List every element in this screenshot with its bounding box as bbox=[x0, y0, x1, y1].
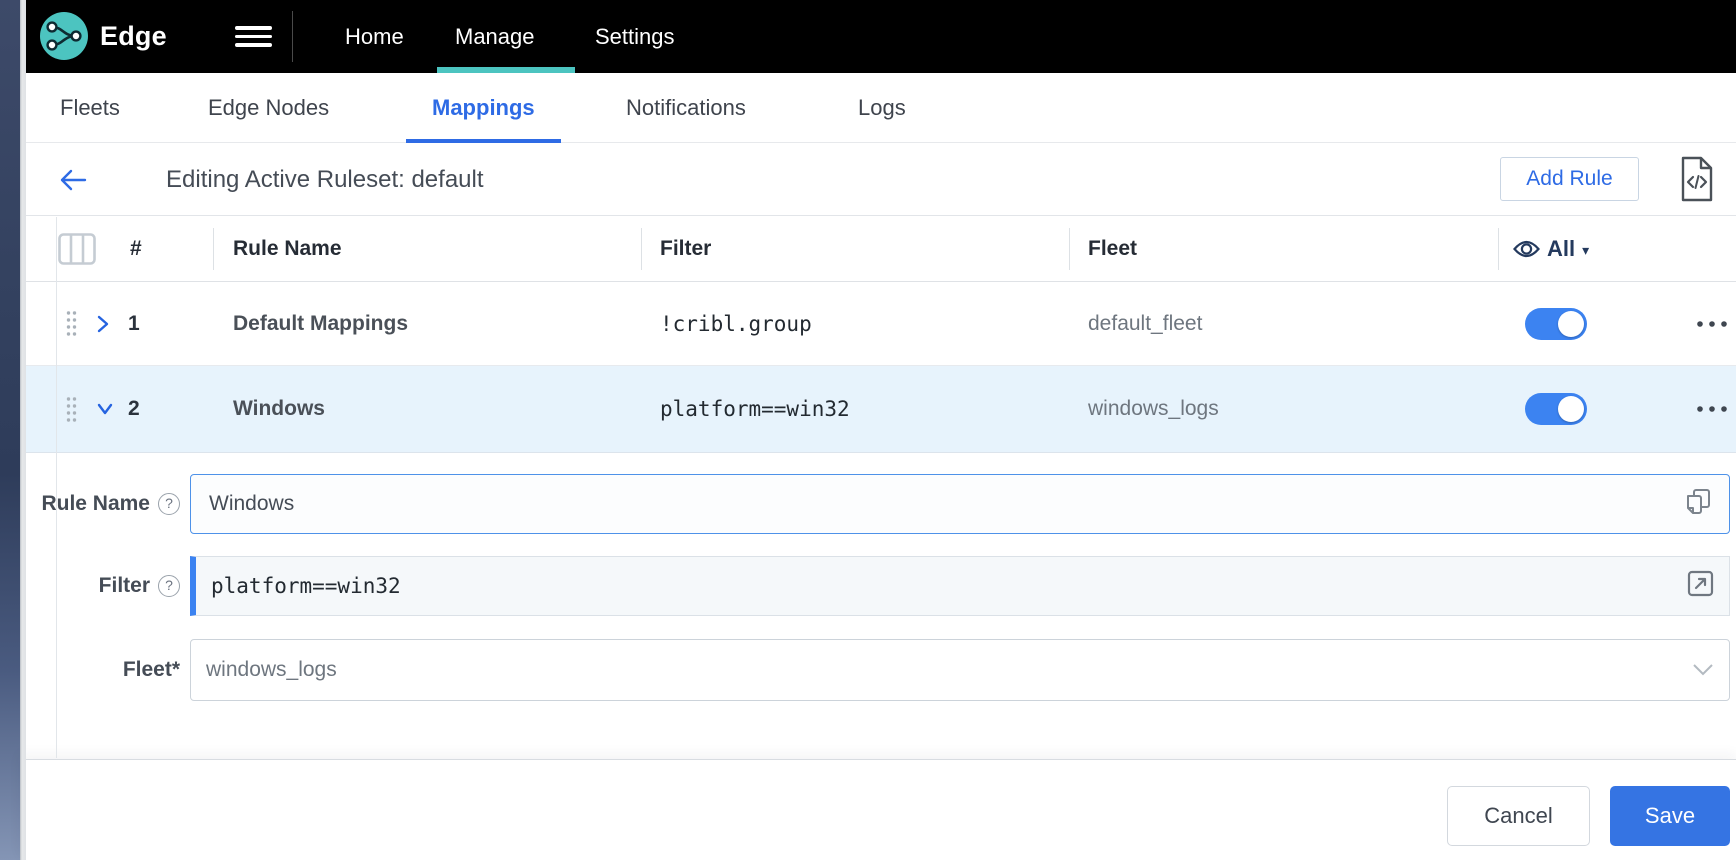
rule-filter: !cribl.group bbox=[660, 311, 812, 336]
column-divider bbox=[213, 228, 214, 270]
column-header-fleet: Fleet bbox=[1088, 237, 1138, 260]
table-header: # Rule Name Filter Fleet All ▾ bbox=[20, 216, 1736, 282]
ruleset-header-bar: Editing Active Ruleset: default Add Rule bbox=[20, 143, 1736, 216]
topbar: Edge Home Manage Settings bbox=[20, 0, 1736, 73]
filter-expression-input[interactable]: platform==win32 bbox=[190, 556, 1730, 616]
add-rule-button[interactable]: Add Rule bbox=[1500, 157, 1639, 201]
rule-filter: platform==win32 bbox=[660, 397, 850, 421]
tab-edge-nodes[interactable]: Edge Nodes bbox=[182, 73, 355, 143]
fleet-label: Fleet* bbox=[20, 639, 180, 701]
column-header-filter: Filter bbox=[660, 237, 712, 260]
rule-name: Windows bbox=[233, 397, 325, 420]
edge-logo-icon[interactable] bbox=[40, 12, 88, 60]
chevron-down-icon[interactable] bbox=[96, 366, 114, 452]
rule-name-input[interactable]: Windows bbox=[190, 474, 1730, 534]
table-left-border bbox=[56, 217, 57, 758]
rule-name: Default Mappings bbox=[233, 311, 409, 335]
visibility-filter-value: All bbox=[1547, 236, 1576, 261]
rule-number: 2 bbox=[128, 397, 140, 420]
fleet-select-value: windows_logs bbox=[206, 658, 337, 681]
fleet-label-text: Fleet* bbox=[122, 658, 180, 681]
table-row-windows[interactable]: 2 Windows platform==win32 windows_logs bbox=[20, 366, 1736, 452]
toggle-knob bbox=[1558, 396, 1584, 422]
more-actions-icon[interactable] bbox=[1696, 366, 1728, 452]
app-window: Edge Home Manage Settings Fleets Edge No… bbox=[20, 0, 1736, 860]
more-actions-icon[interactable] bbox=[1696, 282, 1728, 365]
column-header-rule-name: Rule Name bbox=[233, 237, 342, 260]
edit-as-code-icon[interactable] bbox=[1680, 156, 1714, 202]
rule-name-label-text: Rule Name bbox=[41, 492, 150, 515]
filter-input-value: platform==win32 bbox=[211, 574, 401, 598]
tab-notifications[interactable]: Notifications bbox=[600, 73, 772, 143]
rule-number: 1 bbox=[128, 311, 140, 335]
fleet-field-row: Fleet* windows_logs bbox=[20, 639, 1736, 701]
rule-enabled-toggle[interactable] bbox=[1525, 307, 1587, 340]
eye-icon bbox=[1513, 240, 1540, 258]
cancel-button[interactable]: Cancel bbox=[1447, 786, 1590, 846]
save-button[interactable]: Save bbox=[1610, 786, 1730, 846]
rule-name-input-value: Windows bbox=[209, 492, 295, 515]
rule-name-field-row: Rule Name ? Windows bbox=[20, 474, 1736, 534]
brand-title: Edge bbox=[100, 21, 167, 51]
nav-home[interactable]: Home bbox=[325, 0, 424, 73]
tab-mappings[interactable]: Mappings bbox=[406, 73, 561, 143]
window-left-gutter bbox=[20, 0, 26, 860]
nav-manage[interactable]: Manage bbox=[435, 0, 555, 73]
filter-field-row: Filter ? platform==win32 bbox=[20, 556, 1736, 616]
rule-name-label: Rule Name ? bbox=[20, 474, 180, 534]
tab-logs[interactable]: Logs bbox=[832, 73, 932, 143]
back-arrow-icon[interactable] bbox=[58, 167, 88, 193]
page-title: Editing Active Ruleset: default bbox=[166, 166, 484, 193]
manage-subtabs: Fleets Edge Nodes Mappings Notifications… bbox=[20, 73, 1736, 143]
toggle-knob bbox=[1558, 310, 1584, 337]
topbar-divider bbox=[292, 11, 293, 62]
drag-handle-icon[interactable] bbox=[66, 366, 77, 452]
chevron-right-icon[interactable] bbox=[96, 282, 110, 365]
help-icon[interactable]: ? bbox=[158, 493, 180, 515]
filter-label: Filter ? bbox=[20, 556, 180, 616]
column-header-number: # bbox=[130, 237, 142, 260]
rule-enabled-toggle[interactable] bbox=[1525, 393, 1587, 425]
column-divider bbox=[1069, 228, 1070, 270]
tab-fleets[interactable]: Fleets bbox=[34, 73, 146, 143]
table-row-default-mappings[interactable]: 1 Default Mappings !cribl.group default_… bbox=[20, 282, 1736, 366]
rule-edit-panel: Rule Name ? Windows Filter ? platform==w… bbox=[20, 452, 1736, 759]
drag-handle-icon[interactable] bbox=[66, 282, 77, 365]
column-divider bbox=[641, 228, 642, 270]
footer-action-bar: Cancel Save bbox=[20, 759, 1736, 860]
visibility-filter-dropdown[interactable]: All ▾ bbox=[1513, 216, 1589, 282]
chevron-down-icon bbox=[1692, 658, 1714, 682]
nav-settings[interactable]: Settings bbox=[575, 0, 695, 73]
expand-editor-icon[interactable] bbox=[1687, 570, 1714, 602]
caret-down-icon: ▾ bbox=[1582, 242, 1590, 258]
rule-fleet: windows_logs bbox=[1088, 397, 1219, 420]
copy-icon[interactable] bbox=[1686, 488, 1711, 521]
fleet-select[interactable]: windows_logs bbox=[190, 639, 1730, 701]
filter-label-text: Filter bbox=[98, 574, 150, 597]
rule-fleet: default_fleet bbox=[1088, 311, 1203, 335]
help-icon[interactable]: ? bbox=[158, 575, 180, 597]
hamburger-menu-icon[interactable] bbox=[235, 26, 272, 47]
column-divider bbox=[1498, 228, 1499, 270]
column-settings-icon[interactable] bbox=[58, 233, 96, 270]
